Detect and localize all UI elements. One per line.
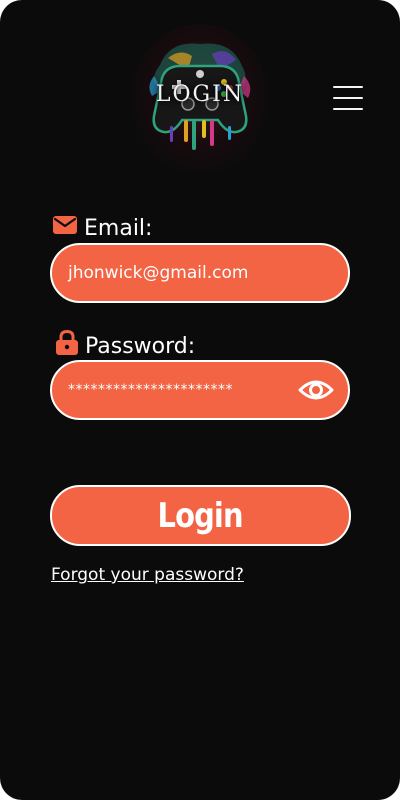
logo: LOGIN (100, 20, 300, 180)
login-button-label: Login (157, 495, 244, 536)
menu-line (333, 97, 363, 99)
forgot-password-link[interactable]: Forgot your password? (51, 565, 244, 585)
logo-title: LOGIN (155, 82, 245, 107)
email-field[interactable]: jhonwick@gmail.com (50, 243, 350, 303)
eye-icon[interactable] (298, 376, 334, 404)
mail-icon (52, 214, 78, 242)
email-label-text: Email: (84, 215, 153, 241)
menu-line (333, 86, 363, 88)
email-label: Email: (52, 214, 152, 242)
login-button[interactable]: Login (50, 485, 351, 546)
login-screen: LOGIN Email: jhonwick@gmail.com Password (0, 0, 400, 800)
hamburger-menu-icon[interactable] (333, 86, 363, 112)
password-value: ********************** (68, 382, 233, 398)
password-label-text: Password: (85, 333, 196, 359)
password-field[interactable]: ********************** (50, 360, 350, 420)
lock-icon (55, 329, 79, 362)
email-value: jhonwick@gmail.com (68, 263, 249, 283)
password-label: Password: (55, 329, 196, 362)
menu-line (333, 108, 363, 110)
